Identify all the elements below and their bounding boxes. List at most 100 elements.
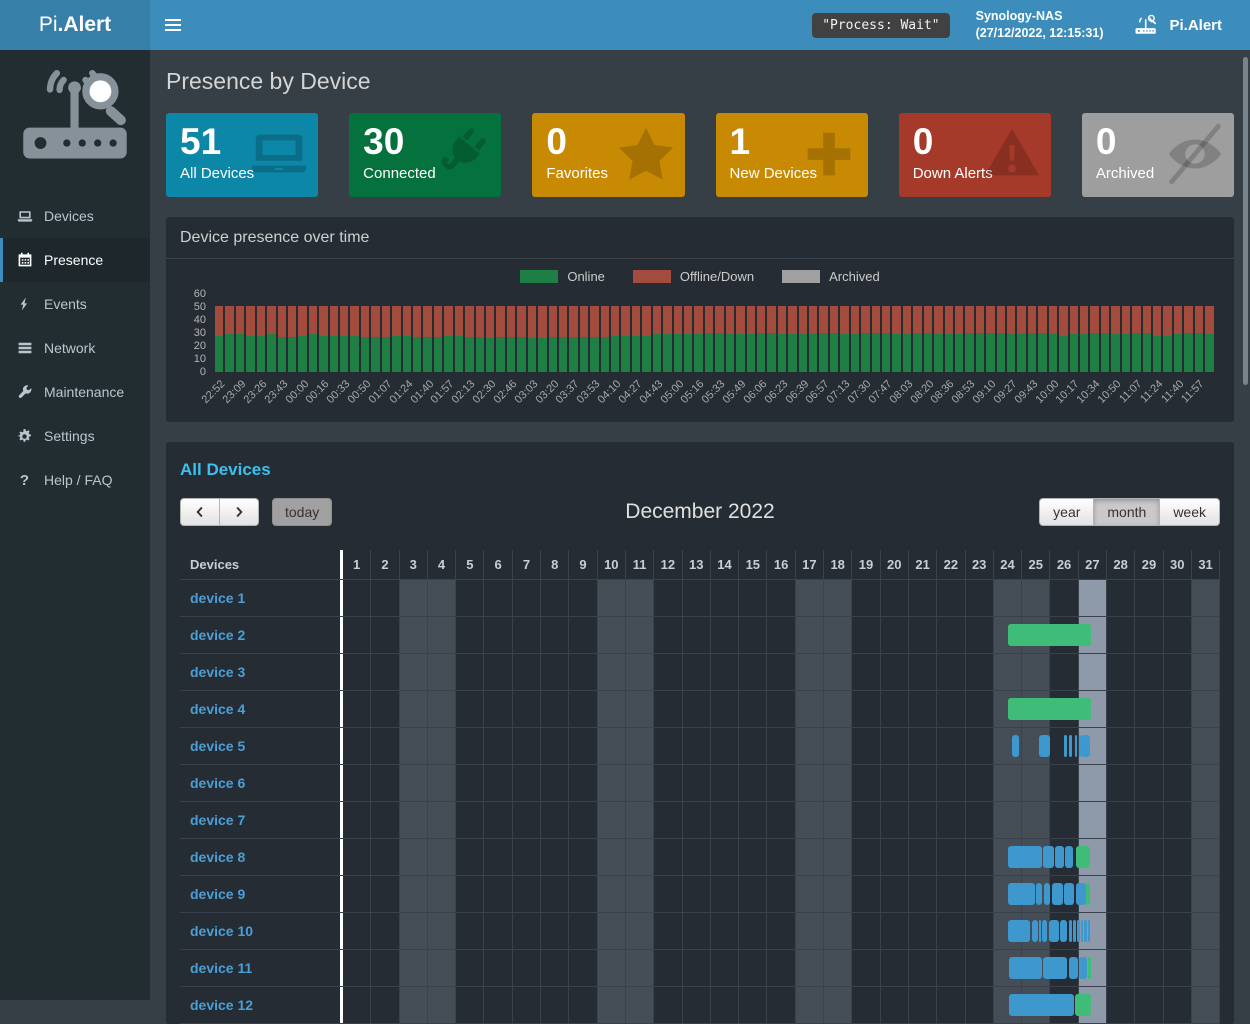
day-header-28: 28 [1107,550,1135,579]
bar-online-segment [1017,334,1025,372]
sidebar-item-maintenance[interactable]: Maintenance [0,370,150,414]
device-link[interactable]: device 10 [190,923,253,939]
chevron-right-icon [233,505,245,519]
day-header-18: 18 [824,550,852,579]
day-cell [1164,580,1192,616]
device-link[interactable]: device 5 [190,738,245,754]
bar-online-segment [694,334,702,372]
device-presence-grid [340,913,1220,949]
sidebar-toggle-button[interactable] [150,0,196,50]
bar-offline-segment [330,306,338,336]
bar-offline-segment [590,306,598,337]
device-link[interactable]: device 4 [190,701,245,717]
device-link[interactable]: device 6 [190,775,245,791]
day-cell [1050,802,1078,838]
day-cell [484,839,512,875]
day-cell [626,913,654,949]
chart-bar [839,294,849,372]
day-cell [484,802,512,838]
day-cell [1022,765,1050,801]
device-link[interactable]: device 12 [190,997,253,1013]
day-cell [1192,580,1220,616]
day-cell [711,987,739,1023]
day-cell [513,839,541,875]
day-cell [796,913,824,949]
info-box-archived[interactable]: 0Archived [1082,113,1234,197]
view-button-month[interactable]: month [1094,498,1160,526]
chart-bar [277,294,287,372]
bar-online-segment [288,337,296,372]
device-link[interactable]: device 9 [190,886,245,902]
info-box-connected[interactable]: 30Connected [349,113,501,197]
day-cell [909,913,937,949]
day-cell [1079,802,1107,838]
day-cell [541,765,569,801]
bar-offline-segment [1101,306,1109,333]
legend-label: Archived [829,269,880,284]
bar-online-segment [632,336,640,372]
device-row-device-10: device 10 [180,913,1220,950]
day-cell [371,728,399,764]
day-cell [1192,802,1220,838]
info-box-new-devices[interactable]: 1New Devices [716,113,868,197]
sidebar-item-events[interactable]: Events [0,282,150,326]
y-tick-label: 50 [194,301,206,313]
device-link[interactable]: device 3 [190,664,245,680]
info-box-favorites[interactable]: 0Favorites [532,113,684,197]
bar-online-segment [997,333,1005,372]
bar-online-segment [309,334,317,372]
chart-bar [464,294,474,372]
top-navbar: "Process: Wait" Synology-NAS (27/12/2022… [150,0,1250,50]
day-cell [767,987,795,1023]
day-cell [824,617,852,653]
day-cell [371,617,399,653]
bar-offline-segment [882,306,890,333]
page-scrollbar-thumb[interactable] [1243,57,1248,385]
app-identity[interactable]: Pi.Alert [1133,14,1236,36]
device-link[interactable]: device 2 [190,627,245,643]
info-box-all-devices[interactable]: 51All Devices [166,113,318,197]
next-month-button[interactable] [220,498,259,526]
brand-logo[interactable]: Pi.Alert [0,0,150,50]
chart-bar [891,294,901,372]
presence-segment-blue [1032,920,1038,942]
bar-offline-segment [465,306,473,337]
day-cell [400,839,428,875]
day-header-16: 16 [767,550,795,579]
sidebar-item-devices[interactable]: Devices [0,194,150,238]
info-box-down-alerts[interactable]: 0Down Alerts [899,113,1051,197]
device-link[interactable]: device 8 [190,849,245,865]
today-button[interactable]: today [272,498,332,526]
sidebar-item-presence[interactable]: Presence [0,238,150,282]
day-header-2: 2 [371,550,399,579]
device-link[interactable]: device 7 [190,812,245,828]
device-link[interactable]: device 11 [190,960,252,976]
bar-offline-segment [423,306,431,337]
bar-online-segment [799,334,807,372]
device-row-device-4: device 4 [180,691,1220,728]
sidebar-item-settings[interactable]: Settings [0,414,150,458]
day-cell [626,654,654,690]
view-button-week[interactable]: week [1160,498,1220,526]
all-devices-panel: All Devices today December 2022 yearmont… [166,442,1234,1024]
view-button-year[interactable]: year [1039,498,1094,526]
sidebar-item-help-faq[interactable]: ?Help / FAQ [0,458,150,502]
device-link[interactable]: device 1 [190,590,245,606]
bar-online-segment [1007,334,1015,372]
day-cell [739,580,767,616]
sidebar-item-network[interactable]: Network [0,326,150,370]
presence-segment-blue [1043,957,1067,979]
chart-bar [1204,294,1214,372]
chart-bar [787,294,797,372]
device-name-cell: device 6 [180,765,340,801]
day-header-26: 26 [1050,550,1078,579]
day-cell [343,802,371,838]
presence-segment-green [1088,957,1091,979]
presence-segment-blue [1042,920,1047,942]
chart-bar [902,294,912,372]
legend-item-online: Online [520,269,605,284]
bar-offline-segment [392,306,400,336]
bar-offline-segment [809,306,817,335]
prev-month-button[interactable] [180,498,220,526]
device-presence-grid [340,802,1220,838]
